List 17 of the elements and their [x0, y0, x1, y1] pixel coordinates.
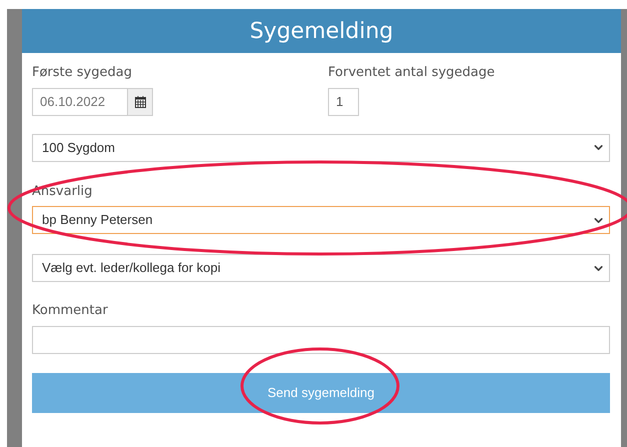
calendar-button[interactable] — [127, 88, 152, 114]
dropdown-value: Vælg evt. leder/kollega for kopi — [42, 259, 220, 278]
dropdown[interactable]: bp Benny Petersen — [32, 206, 610, 234]
calendar-icon — [134, 96, 146, 108]
dropdown[interactable]: 100 Sygdom — [32, 134, 610, 162]
dropdown[interactable]: Vælg evt. leder/kollega for kopi — [32, 254, 610, 282]
header-title: Sygemelding — [250, 18, 394, 46]
field-label: Første sygedag — [32, 64, 133, 82]
comment-field[interactable] — [32, 326, 610, 354]
dropdown-value: 100 Sygdom — [42, 138, 115, 157]
field-label: Ansvarlig — [32, 182, 94, 200]
dropdown-value: bp Benny Petersen — [42, 211, 153, 230]
date-field[interactable]: 06.10.2022 — [32, 88, 153, 116]
date-value: 06.10.2022 — [39, 92, 106, 111]
days-field[interactable]: 1 — [328, 88, 359, 116]
field-label: Kommentar — [32, 302, 109, 320]
field-label: Forventet antal sygedage — [328, 64, 495, 82]
